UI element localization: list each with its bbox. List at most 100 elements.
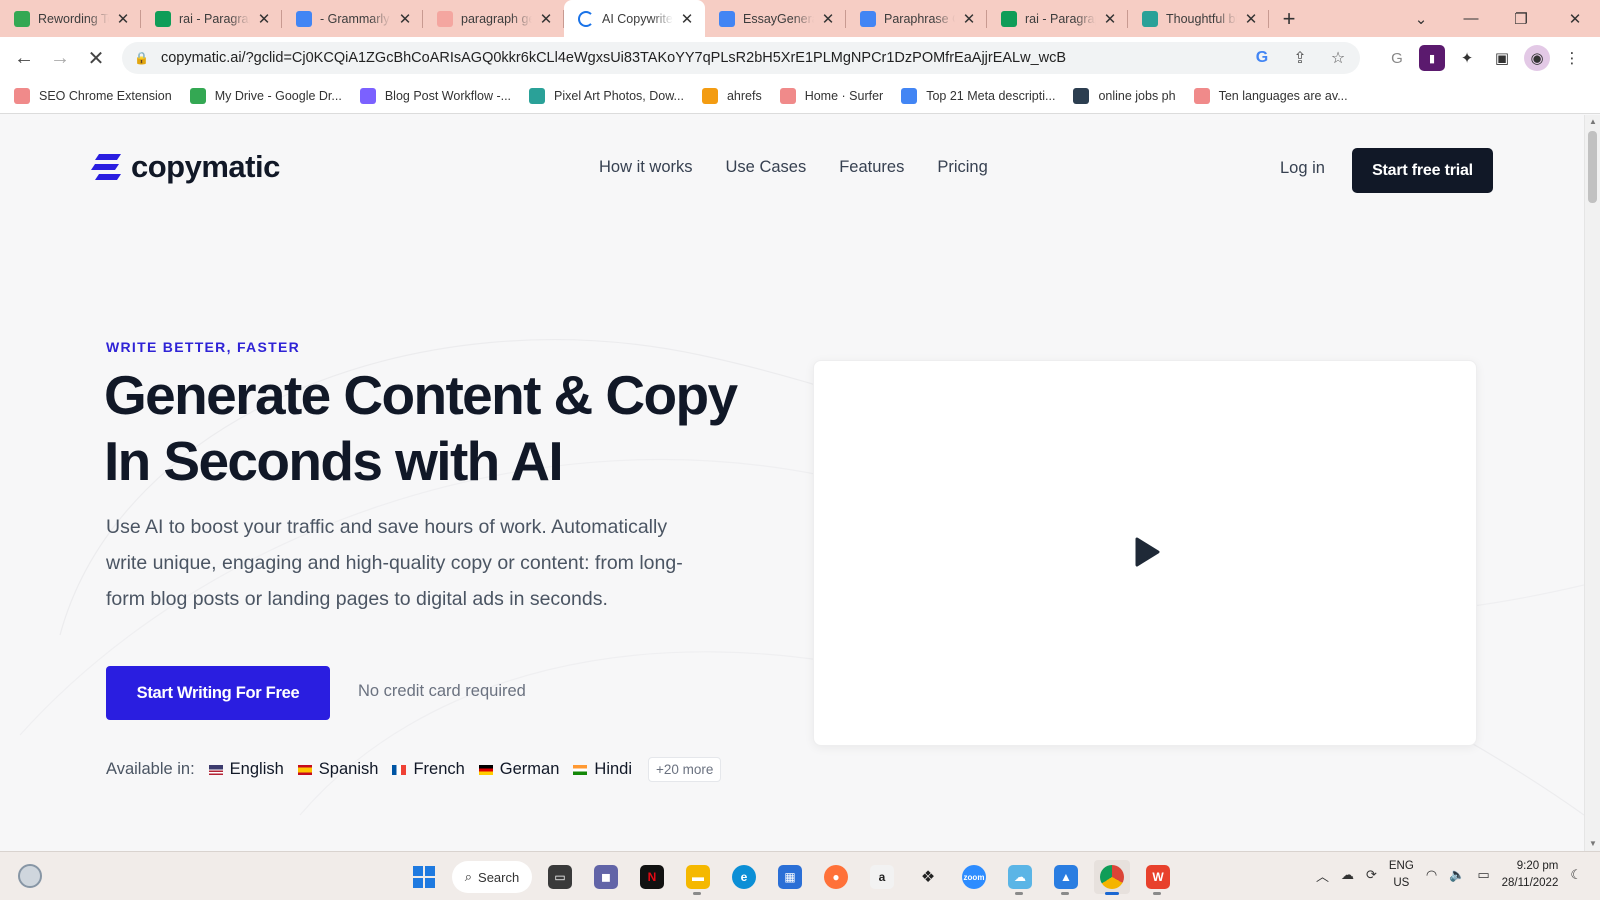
close-tab-icon[interactable]: ✕ [115,10,131,28]
demo-video-player[interactable] [813,360,1477,746]
chrome-icon[interactable] [1094,860,1130,895]
browser-tab[interactable]: EssayGenerator ✕ [705,0,846,37]
language-name: English [229,760,284,778]
browser-tab[interactable]: rai - Paragraph ✕ [141,0,282,37]
netflix-icon[interactable]: N [634,860,670,894]
back-icon[interactable]: ← [6,40,42,76]
notifications-icon[interactable]: ☾ [1570,867,1582,883]
chevron-up-icon[interactable]: ︿ [1316,866,1329,885]
scroll-thumb[interactable] [1588,131,1597,203]
microsoft-store-icon[interactable]: ▦ [772,860,808,894]
zoom-icon[interactable]: zoom [956,860,992,894]
bookmark-star-icon[interactable]: ☆ [1326,46,1350,70]
profile-avatar-icon[interactable]: ◉ [1524,45,1550,71]
volume-icon[interactable]: 🔈 [1449,867,1465,883]
forward-icon[interactable]: → [42,40,78,76]
bookmark-item[interactable]: Top 21 Meta descripti... [901,88,1055,104]
site-logo[interactable]: copymatic [89,149,280,185]
side-panel-icon[interactable]: ▣ [1489,45,1515,71]
edge-icon[interactable]: e [726,860,762,894]
close-tab-icon[interactable]: ✕ [256,10,272,28]
battery-icon[interactable]: ▭ [1477,867,1489,883]
weather-widget-icon[interactable] [18,864,42,888]
browser-tab[interactable]: Thoughtful blog ✕ [1128,0,1269,37]
photos-icon[interactable]: ▲ [1048,860,1084,895]
teams-chat-icon[interactable]: ◼ [588,860,624,894]
bookmark-item[interactable]: Pixel Art Photos, Dow... [529,88,684,104]
browser-tab[interactable]: AI Copywriter ✕ [564,0,705,37]
more-languages-badge[interactable]: +20 more [648,757,722,782]
stop-loading-icon[interactable]: ✕ [78,40,114,76]
lock-icon[interactable]: 🔒 [134,51,149,65]
bookmark-label: SEO Chrome Extension [39,89,172,103]
google-lens-icon[interactable]: G [1250,46,1274,70]
bookmark-item[interactable]: Ten languages are av... [1193,88,1348,104]
bookmark-item[interactable]: SEO Chrome Extension [14,88,172,104]
close-tab-icon[interactable]: ✕ [820,10,836,28]
bookmark-favicon-icon [901,88,918,104]
bookmark-item[interactable]: online jobs ph [1073,88,1176,104]
extension-icon[interactable]: ▮ [1419,45,1445,71]
tab-title: rai - Paragraph [179,11,250,26]
hero-description: Use AI to boost your traffic and save ho… [106,516,683,610]
bookmark-item[interactable]: ahrefs [701,88,762,104]
google-sheets-icon [155,10,171,27]
browser-tab[interactable]: Paraphrase Online ✕ [846,0,987,37]
login-link[interactable]: Log in [1280,159,1325,178]
nav-link-how-it-works[interactable]: How it works [599,158,693,177]
input-language[interactable]: ENG US [1389,858,1414,892]
play-icon[interactable] [1134,537,1160,567]
close-tab-icon[interactable]: ✕ [1243,10,1259,28]
nav-link-pricing[interactable]: Pricing [937,158,987,177]
close-tab-icon[interactable]: ✕ [961,10,977,28]
bookmark-item[interactable]: My Drive - Google Dr... [189,88,342,104]
taskbar-search[interactable]: ⌕ Search [452,861,532,893]
url-text[interactable]: copymatic.ai/?gclid=Cj0KCQiA1ZGcBhCoARIs… [161,50,1066,66]
share-icon[interactable]: ⇪ [1288,46,1312,70]
start-button[interactable] [406,860,442,894]
language-item: French [392,760,465,779]
page-scrollbar[interactable]: ▲ ▼ [1584,115,1600,851]
weather-app-icon[interactable]: ☁ [1002,860,1038,895]
nav-link-features[interactable]: Features [839,158,904,177]
wifi-icon[interactable]: ◠ [1426,867,1437,883]
close-tab-icon[interactable]: ✕ [1102,10,1118,28]
wps-office-icon[interactable]: W [1140,860,1176,895]
sync-icon[interactable]: ⟳ [1366,867,1377,883]
menu-kebab-icon[interactable]: ⋮ [1559,45,1585,71]
browser-tab[interactable]: Rewording Tool ✕ [0,0,141,37]
clock[interactable]: 9:20 pm 28/11/2022 [1502,858,1559,892]
start-writing-button[interactable]: Start Writing For Free [106,666,330,720]
bookmark-label: Home · Surfer [804,89,884,103]
firefox-icon[interactable]: ● [818,860,854,894]
tab-title: Rewording Tool [38,11,109,26]
bookmark-item[interactable]: Blog Post Workflow -... [359,88,511,104]
file-explorer-icon[interactable]: ▬ [680,860,716,895]
tab-search-icon[interactable]: ⌄ [1396,0,1446,37]
amazon-icon[interactable]: a [864,860,900,894]
task-view-icon[interactable]: ▭ [542,860,578,894]
nav-link-use-cases[interactable]: Use Cases [726,158,807,177]
close-tab-icon[interactable]: ✕ [538,10,554,28]
onedrive-icon[interactable]: ☁ [1341,867,1354,883]
new-tab-button[interactable]: + [1269,0,1309,37]
dropbox-icon[interactable]: ❖ [910,860,946,894]
restore-icon[interactable]: ❐ [1496,0,1546,37]
close-window-icon[interactable]: ✕ [1550,0,1600,37]
scroll-down-icon[interactable]: ▼ [1585,837,1600,851]
address-bar[interactable]: 🔒 copymatic.ai/?gclid=Cj0KCQiA1ZGcBhCoAR… [122,42,1360,74]
scroll-up-icon[interactable]: ▲ [1585,115,1600,129]
browser-tab[interactable]: - Grammarly ✕ [282,0,423,37]
browser-tab[interactable]: rai - Paragraph ✕ [987,0,1128,37]
bookmark-item[interactable]: Home · Surfer [779,88,884,104]
bookmark-label: My Drive - Google Dr... [214,89,342,103]
start-free-trial-button[interactable]: Start free trial [1352,148,1493,193]
minimize-icon[interactable]: — [1446,0,1496,37]
close-tab-icon[interactable]: ✕ [679,10,695,28]
puzzle-extensions-icon[interactable]: ✦ [1454,45,1480,71]
close-tab-icon[interactable]: ✕ [397,10,413,28]
search-icon: ⌕ [464,869,473,884]
grammarly-extension-icon[interactable]: G [1384,45,1410,71]
google-icon [719,10,735,27]
browser-tab[interactable]: paragraph generator ✕ [423,0,564,37]
